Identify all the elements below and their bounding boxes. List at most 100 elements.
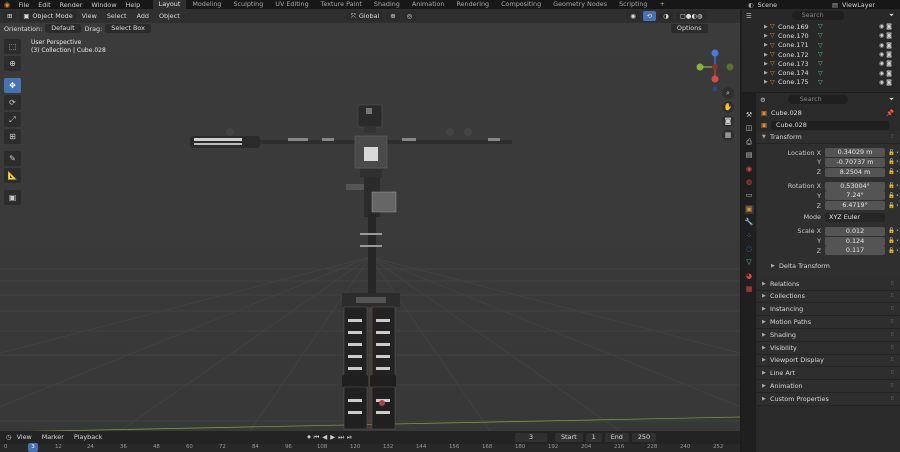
keyframe-dot-icon[interactable]: • — [896, 248, 899, 254]
add-cube-tool-icon[interactable]: ▣ — [4, 190, 21, 205]
timeline-menu-playback[interactable]: Playback — [69, 433, 108, 441]
tab-rendering[interactable]: Rendering — [450, 0, 495, 9]
drag-handle-icon[interactable]: ⠿ — [890, 319, 894, 325]
menu-edit[interactable]: Edit — [34, 1, 55, 9]
scene-tab-icon[interactable]: ◉ — [745, 165, 754, 174]
viewport-display-panel-header[interactable]: ▶ Viewport Display ⠿ — [757, 354, 900, 368]
tab-layout[interactable]: Layout — [152, 0, 187, 9]
orientation-dropdown[interactable]: Default — [45, 24, 81, 33]
cursor-tool-icon[interactable]: ⊕ — [4, 56, 21, 71]
snap-toggle[interactable]: ⊕ — [386, 11, 400, 21]
outliner-search-input[interactable]: Search — [791, 11, 844, 20]
zoom-icon[interactable]: ⌕ — [722, 87, 734, 99]
scene-selector[interactable]: ◐ Scene — [748, 0, 777, 9]
playback-controls-icon[interactable]: ⏺⏮◀▶⏭⏯ — [307, 433, 355, 442]
robot-model[interactable] — [0, 9, 740, 431]
scale-x-field[interactable]: 0.012 — [825, 226, 885, 236]
outliner-row[interactable]: ▶ ▽ Cone.169 ▽ ◉◙ — [742, 22, 900, 31]
rotation-z-field[interactable]: 6.4719° — [825, 201, 885, 211]
lock-icon[interactable]: 🔓 — [888, 203, 895, 209]
drag-handle-icon[interactable]: ⠿ — [890, 306, 894, 312]
particles-tab-icon[interactable]: ⁘ — [745, 232, 754, 241]
collections-panel-header[interactable]: ▶ Collections ⠿ — [757, 290, 900, 304]
delta-transform-header[interactable]: ▶ Delta Transform — [757, 260, 900, 272]
location-z-field[interactable]: 8.2504 m — [825, 167, 885, 177]
drag-handle-icon[interactable]: ⠿ — [890, 370, 894, 376]
scale-z-field[interactable]: 0.117 — [825, 246, 885, 256]
playhead-frame-indicator[interactable]: 3 — [28, 443, 38, 452]
drag-handle-icon[interactable]: ⠿ — [890, 134, 894, 140]
visibility-eye-icon[interactable]: ◉◙ — [879, 51, 894, 58]
timeline-ruler[interactable]: 0 12 24 36 48 60 72 84 96 108 120 132 14… — [0, 444, 740, 452]
drag-handle-icon[interactable]: ⠿ — [890, 396, 894, 402]
current-frame-field[interactable]: 3 — [515, 432, 547, 442]
lock-icon[interactable]: 🔓 — [888, 169, 895, 175]
rotate-tool-icon[interactable]: ⟳ — [4, 95, 21, 110]
options-dropdown[interactable]: Options — [670, 24, 708, 33]
transform-orientation-dropdown[interactable]: ⤧ Global — [346, 11, 384, 21]
lock-icon[interactable]: 🔓 — [888, 238, 895, 244]
visibility-eye-icon[interactable]: ◉◙ — [879, 70, 894, 77]
proportional-edit-toggle[interactable]: ◎ — [402, 11, 417, 21]
scale-tool-icon[interactable]: ⤢ — [4, 112, 21, 127]
outliner-row[interactable]: ▶ ▽ Cone.175 ▽ ◉◙ — [742, 78, 900, 87]
timeline-menu-marker[interactable]: Marker — [37, 433, 69, 441]
blender-logo-icon[interactable]: ◉ — [2, 0, 12, 9]
drag-handle-icon[interactable]: ⠿ — [890, 383, 894, 389]
tab-sculpting[interactable]: Sculpting — [227, 0, 269, 9]
tool-tab-icon[interactable]: ⚒ — [745, 111, 754, 120]
properties-editor-icon[interactable]: ⚙ — [760, 96, 766, 104]
tab-animation[interactable]: Animation — [406, 0, 451, 9]
view-layer-selector[interactable]: ▤ ViewLayer — [832, 0, 875, 9]
ortho-grid-icon[interactable]: ▦ — [722, 129, 734, 141]
editor-type-button[interactable]: ⊞ — [3, 11, 17, 21]
end-frame-field[interactable]: 250 — [631, 432, 657, 442]
visibility-eye-icon[interactable]: ◉◙ — [879, 42, 894, 49]
shading-modes[interactable]: ▢●◐◍ — [675, 11, 707, 21]
pan-hand-icon[interactable]: ✋ — [722, 101, 734, 113]
3d-viewport[interactable]: ⊞ ▣ Object Mode View Select Add Object ⤧… — [0, 9, 740, 431]
outliner-editor-icon[interactable]: ☰ — [746, 12, 752, 20]
viewport-menu-object[interactable]: Object — [154, 12, 185, 20]
tab-modeling[interactable]: Modeling — [186, 0, 227, 9]
pin-icon[interactable]: 📌 — [886, 109, 894, 117]
collection-tab-icon[interactable]: ▭ — [745, 191, 754, 200]
drag-handle-icon[interactable]: ⠿ — [890, 332, 894, 338]
tab-shading[interactable]: Shading — [368, 0, 406, 9]
drag-handle-icon[interactable]: ⠿ — [890, 293, 894, 299]
transform-tool-icon[interactable]: ⊞ — [4, 129, 21, 144]
menu-help[interactable]: Help — [121, 1, 145, 9]
keyframe-dot-icon[interactable]: • — [896, 238, 899, 244]
visibility-eye-icon[interactable]: ◉◙ — [879, 60, 894, 67]
overlay-toggle[interactable]: ◑ — [659, 11, 673, 21]
physics-tab-icon[interactable]: ◌ — [745, 245, 754, 254]
location-x-field[interactable]: 0.34029 m — [825, 148, 885, 158]
viewport-menu-select[interactable]: Select — [102, 12, 132, 20]
keyframe-dot-icon[interactable]: • — [896, 183, 899, 189]
motion-paths-panel-header[interactable]: ▶ Motion Paths ⠿ — [757, 316, 900, 329]
keyframe-dot-icon[interactable]: • — [896, 228, 899, 234]
lock-icon[interactable]: 🔓 — [888, 193, 895, 199]
object-name-field[interactable]: Cube.028 — [771, 120, 890, 130]
add-workspace-button[interactable]: + — [653, 0, 670, 9]
drag-handle-icon[interactable]: ⠿ — [890, 281, 894, 287]
material-tab-icon[interactable]: ◕ — [745, 272, 754, 281]
instancing-panel-header[interactable]: ▶ Instancing ⠿ — [757, 303, 900, 317]
world-tab-icon[interactable]: ◍ — [745, 178, 754, 187]
visibility-toggle[interactable]: ◉ — [626, 11, 640, 21]
keyframe-dot-icon[interactable]: • — [896, 150, 899, 156]
visibility-eye-icon[interactable]: ◉◙ — [879, 23, 894, 30]
lock-icon[interactable]: 🔓 — [888, 183, 895, 189]
keyframe-dot-icon[interactable]: • — [896, 203, 899, 209]
drag-dropdown[interactable]: Select Box — [105, 24, 151, 33]
lock-icon[interactable]: 🔓 — [888, 248, 895, 254]
filter-icon[interactable]: ⏷ — [889, 11, 894, 20]
keyframe-dot-icon[interactable]: • — [896, 193, 899, 199]
drag-handle-icon[interactable]: ⠿ — [890, 345, 894, 351]
object-mode-dropdown[interactable]: ▣ Object Mode — [19, 11, 77, 21]
modifier-tab-icon[interactable]: 🔧 — [745, 218, 754, 227]
lock-icon[interactable]: 🔓 — [888, 228, 895, 234]
tab-geometry-nodes[interactable]: Geometry Nodes — [547, 0, 613, 9]
outliner-row[interactable]: ▶ ▽ Cone.171 ▽ ◉◙ — [742, 41, 900, 50]
output-tab-icon[interactable]: ⎙ — [745, 138, 754, 147]
